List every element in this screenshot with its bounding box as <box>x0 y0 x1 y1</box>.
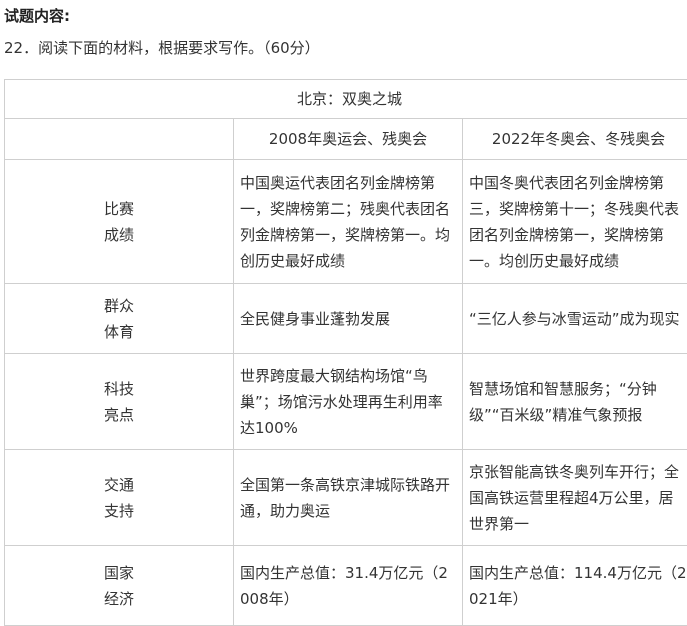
table-row: 群众 体育 全民健身事业蓬勃发展 “三亿人参与冰雪运动”成为现实 <box>5 284 687 354</box>
cell-text: 中国奥运代表团名列金牌榜第一，奖牌榜第二；残奥代表团名列金牌榜第一，奖牌榜第一。… <box>240 170 456 274</box>
table-header-row: 2008年奥运会、残奥会 2022年冬奥会、冬残奥会 <box>5 119 687 160</box>
cell-text: 国内生产总值：114.4万亿元（2021年） <box>469 560 687 612</box>
row-label: 交通 支持 <box>5 450 234 546</box>
cell-text: 京张智能高铁冬奥列车开行；全国高铁运营里程超4万公里，居世界第一 <box>469 459 687 537</box>
cell-2008: 中国奥运代表团名列金牌榜第一，奖牌榜第二；残奥代表团名列金牌榜第一，奖牌榜第一。… <box>234 160 463 284</box>
cell-2022: 中国冬奥代表团名列金牌榜第三，奖牌榜第十一；冬残奥代表团名列金牌榜第一，奖牌榜第… <box>463 160 687 284</box>
header-2008: 2008年奥运会、残奥会 <box>234 119 463 160</box>
row-label-line: 体育 <box>5 319 233 345</box>
cell-text: 世界跨度最大钢结构场馆“鸟巢”；场馆污水处理再生利用率达100% <box>240 363 456 441</box>
table-caption: 北京：双奥之城 <box>5 80 687 119</box>
row-label-line: 国家 <box>5 560 233 586</box>
row-label-line: 支持 <box>5 498 233 524</box>
cell-2022: “三亿人参与冰雪运动”成为现实 <box>463 284 687 354</box>
row-label-line: 比赛 <box>5 196 233 222</box>
row-label: 比赛 成绩 <box>5 160 234 284</box>
header-2022: 2022年冬奥会、冬残奥会 <box>463 119 687 160</box>
material-table: 北京：双奥之城 2008年奥运会、残奥会 2022年冬奥会、冬残奥会 比赛 成绩… <box>4 79 687 626</box>
row-label-line: 亮点 <box>5 402 233 428</box>
cell-2022: 京张智能高铁冬奥列车开行；全国高铁运营里程超4万公里，居世界第一 <box>463 450 687 546</box>
cell-text: 全国第一条高铁京津城际铁路开通，助力奥运 <box>240 472 456 524</box>
cell-text: 国内生产总值：31.4万亿元（2008年） <box>240 560 456 612</box>
row-label-line: 群众 <box>5 293 233 319</box>
section-heading: 试题内容: <box>4 4 70 28</box>
cell-text: “三亿人参与冰雪运动”成为现实 <box>469 306 687 332</box>
row-label-line: 经济 <box>5 586 233 612</box>
cell-2008: 全民健身事业蓬勃发展 <box>234 284 463 354</box>
cell-text: 中国冬奥代表团名列金牌榜第三，奖牌榜第十一；冬残奥代表团名列金牌榜第一，奖牌榜第… <box>469 170 687 274</box>
cell-text: 全民健身事业蓬勃发展 <box>240 306 456 332</box>
row-label-line: 科技 <box>5 376 233 402</box>
table-row: 科技 亮点 世界跨度最大钢结构场馆“鸟巢”；场馆污水处理再生利用率达100% 智… <box>5 354 687 450</box>
cell-2008: 世界跨度最大钢结构场馆“鸟巢”；场馆污水处理再生利用率达100% <box>234 354 463 450</box>
table-caption-row: 北京：双奥之城 <box>5 80 687 119</box>
question-prompt: 22．阅读下面的材料，根据要求写作。（60分） <box>4 36 320 60</box>
table-row: 交通 支持 全国第一条高铁京津城际铁路开通，助力奥运 京张智能高铁冬奥列车开行；… <box>5 450 687 546</box>
row-label-line: 成绩 <box>5 222 233 248</box>
table-row: 比赛 成绩 中国奥运代表团名列金牌榜第一，奖牌榜第二；残奥代表团名列金牌榜第一，… <box>5 160 687 284</box>
row-label: 群众 体育 <box>5 284 234 354</box>
cell-2022: 智慧场馆和智慧服务；“分钟级”“百米级”精准气象预报 <box>463 354 687 450</box>
cell-2008: 全国第一条高铁京津城际铁路开通，助力奥运 <box>234 450 463 546</box>
cell-text: 智慧场馆和智慧服务；“分钟级”“百米级”精准气象预报 <box>469 376 687 428</box>
header-empty <box>5 119 234 160</box>
row-label: 科技 亮点 <box>5 354 234 450</box>
row-label-line: 交通 <box>5 472 233 498</box>
